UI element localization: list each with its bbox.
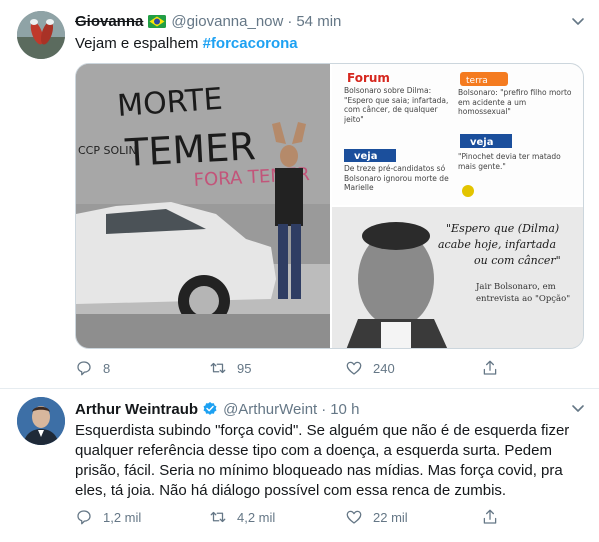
reply-icon (77, 510, 91, 525)
share-button[interactable] (481, 506, 509, 528)
timestamp[interactable]: 10 h (330, 401, 359, 418)
tweet-header: Giovanna @giovanna_now · 54 min (75, 11, 341, 31)
terra-headline: Bolsonaro: "prefiro filho morto em acide… (458, 88, 572, 116)
tweet-arthur-weintraub[interactable]: Arthur Weintraub @ArthurWeint · 10 h Esq… (0, 389, 599, 542)
tweet-media[interactable]: MORTE TEMER CCP SOLIN FORA TEMER Forum B… (75, 63, 584, 349)
tweet-text-line: qualquer referência desse tipo com a doe… (75, 442, 552, 459)
avatar-photo (17, 397, 65, 445)
timestamp[interactable]: 54 min (296, 13, 341, 30)
share-icon (483, 509, 497, 524)
verified-badge-icon (203, 402, 217, 415)
avatar[interactable] (17, 397, 65, 445)
graffiti-text-side: CCP SOLIN (78, 144, 137, 157)
tweet-text-line: prisão, fácil. Seria no mínimo bloqueado… (75, 462, 563, 479)
heart-icon (346, 361, 362, 375)
reply-count: 8 (103, 360, 111, 376)
quote-photo: "Espero que (Dilma) acabe hoje, infartad… (331, 206, 583, 348)
reply-icon (77, 361, 91, 376)
reply-count: 1,2 mil (103, 509, 142, 525)
like-count: 22 mil (373, 509, 408, 525)
separator-dot: · (321, 400, 327, 418)
avatar-photo (17, 11, 65, 59)
tweet-header: Arthur Weintraub @ArthurWeint · 10 h (75, 399, 359, 419)
quote-line-1: "Espero que (Dilma) (446, 222, 559, 235)
like-count: 240 (373, 360, 395, 376)
retweet-button[interactable]: 95 (209, 357, 251, 379)
veja-headline-1: De treze pré-candidatos só Bolsonaro ign… (344, 164, 449, 192)
tweet-actions: 8 95 240 (75, 357, 505, 379)
terra-logo: terra (466, 76, 488, 86)
heart-icon (346, 510, 362, 524)
author-handle[interactable]: @giovanna_now (171, 13, 283, 30)
tweet-text-body: Vejam e espalhem (75, 35, 199, 52)
separator-dot: · (287, 12, 293, 30)
forum-headline: Bolsonaro sobre Dilma: "Espero que saia;… (344, 86, 449, 124)
tweet-text: Esquerdista subindo "força covid". Se al… (75, 421, 590, 501)
quote-line-2: acabe hoje, infartada (438, 238, 556, 251)
tweet-actions: 1,2 mil 4,2 mil 22 mil (75, 506, 505, 528)
chevron-down-icon[interactable] (571, 17, 585, 27)
author-name[interactable]: Giovanna (75, 13, 143, 30)
hashtag-link[interactable]: #forcacorona (203, 35, 298, 52)
tweet-text-line: Esquerdista subindo "força covid". Se al… (75, 422, 570, 439)
like-button[interactable]: 240 (345, 357, 395, 379)
quote-line-3: ou com câncer" (474, 254, 561, 267)
tweet-giovanna[interactable]: Giovanna @giovanna_now · 54 min Vejam e … (0, 0, 599, 388)
veja-logo-1: veja (354, 151, 377, 162)
retweet-icon (210, 511, 226, 523)
forum-logo: Forum (347, 71, 390, 85)
graffiti-text-1: MORTE (116, 82, 224, 124)
tweet-text-line: eles, tá joia. Não há diálogo possível c… (75, 482, 507, 499)
author-name[interactable]: Arthur Weintraub (75, 401, 198, 418)
veja-headline-2: "Pinochet devia ter matado mais gente." (458, 152, 561, 171)
graffiti-photo: MORTE TEMER CCP SOLIN FORA TEMER (76, 64, 331, 348)
chevron-down-icon[interactable] (571, 404, 585, 414)
author-handle[interactable]: @ArthurWeint (223, 401, 317, 418)
like-button[interactable]: 22 mil (345, 506, 408, 528)
retweet-icon (210, 362, 226, 374)
share-icon (483, 360, 497, 375)
retweet-count: 95 (237, 360, 252, 376)
media-collage: MORTE TEMER CCP SOLIN FORA TEMER Forum B… (76, 64, 583, 348)
quote-attribution-2: entrevista ao "Opção" (476, 293, 570, 304)
retweet-count: 4,2 mil (237, 509, 276, 525)
brazil-flag-icon (148, 14, 167, 28)
reply-button[interactable]: 1,2 mil (75, 506, 141, 528)
tweet-text: Vejam e espalhem #forcacorona (75, 34, 590, 54)
veja-logo-2: veja (470, 137, 493, 148)
avatar[interactable] (17, 11, 65, 59)
retweet-button[interactable]: 4,2 mil (209, 506, 275, 528)
share-button[interactable] (481, 357, 509, 379)
news-clippings: Forum Bolsonaro sobre Dilma: "Espero que… (331, 64, 583, 206)
quote-attribution-1: Jair Bolsonaro, em (475, 282, 556, 292)
reply-button[interactable]: 8 (75, 357, 110, 379)
